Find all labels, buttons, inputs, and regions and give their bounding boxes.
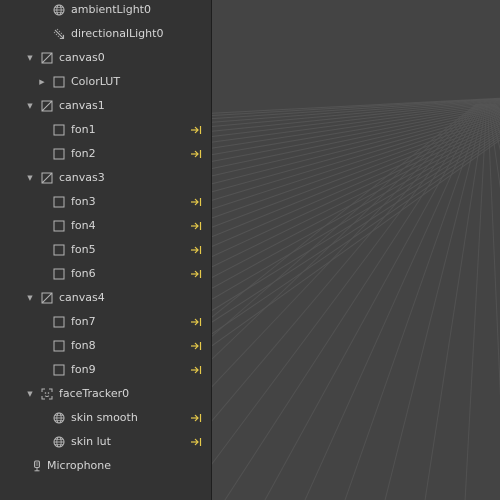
- microphone-icon: [31, 460, 43, 472]
- expand-arrow-icon[interactable]: ▼: [26, 390, 34, 398]
- patch-link-icon[interactable]: [190, 196, 202, 208]
- scene-tree-item-label: fon1: [71, 123, 96, 136]
- scene-tree-item[interactable]: ▼ canvas3: [0, 166, 211, 190]
- scene-tree-item[interactable]: fon2: [0, 142, 211, 166]
- scene-tree-item-label: directionalLight0: [71, 27, 164, 40]
- patch-link-icon[interactable]: [190, 436, 202, 448]
- patch-link-icon[interactable]: [190, 268, 202, 280]
- collapse-arrow-icon[interactable]: ▶: [38, 78, 46, 86]
- scene-tree-item[interactable]: fon3: [0, 190, 211, 214]
- face-tracker-icon: [41, 388, 53, 400]
- shader-sphere-icon: [53, 436, 65, 448]
- scene-tree-item[interactable]: ▼ canvas4: [0, 286, 211, 310]
- viewport-3d[interactable]: [212, 0, 500, 500]
- grid-line: [212, 121, 500, 247]
- grid-line: [212, 103, 478, 337]
- scene-tree-item-label: ColorLUT: [71, 75, 121, 88]
- rectangle-icon: [53, 340, 65, 352]
- grid-line: [212, 123, 500, 257]
- scene-tree-item-label: canvas1: [59, 99, 105, 112]
- rectangle-icon: [53, 316, 65, 328]
- scene-tree-item-label: fon6: [71, 267, 96, 280]
- scene-tree-item[interactable]: fon6: [0, 262, 211, 286]
- expand-arrow-icon[interactable]: ▼: [26, 102, 34, 110]
- scene-tree-item[interactable]: ambientLight0: [0, 0, 211, 22]
- scene-tree-item[interactable]: directionalLight0: [0, 22, 211, 46]
- scene-tree-item[interactable]: ▼ canvas1: [0, 94, 211, 118]
- expand-arrow-icon[interactable]: ▼: [26, 174, 34, 182]
- scene-tree-item[interactable]: ▼ canvas0: [0, 46, 211, 70]
- patch-link-icon[interactable]: [190, 316, 202, 328]
- rectangle-icon: [53, 196, 65, 208]
- scene-tree-item-label: fon8: [71, 339, 96, 352]
- grid-line: [489, 103, 500, 135]
- grid-line: [490, 103, 500, 127]
- canvas-icon: [41, 172, 53, 184]
- scene-tree-item-label: skin lut: [71, 435, 111, 448]
- canvas-icon: [41, 100, 53, 112]
- scene-tree-item-label: fon7: [71, 315, 96, 328]
- scene-tree-item-label: canvas0: [59, 51, 105, 64]
- scene-tree-item[interactable]: ▼ faceTracker0: [0, 382, 211, 406]
- rectangle-icon: [53, 244, 65, 256]
- scene-tree-item-label: canvas3: [59, 171, 105, 184]
- rectangle-icon: [53, 124, 65, 136]
- scene-tree-item[interactable]: skin smooth: [0, 406, 211, 430]
- canvas-icon: [41, 52, 53, 64]
- scene-panel: ambientLight0 directionalLight0 ▼ canvas0…: [0, 0, 211, 500]
- scene-tree-item[interactable]: ▶ ColorLUT: [0, 70, 211, 94]
- patch-link-icon[interactable]: [190, 244, 202, 256]
- shader-sphere-icon: [53, 412, 65, 424]
- directional-light-icon: [53, 28, 65, 40]
- scene-tree-item-label: skin smooth: [71, 411, 138, 424]
- scene-tree-item-label: fon2: [71, 147, 96, 160]
- rectangle-icon: [53, 364, 65, 376]
- patch-link-icon[interactable]: [190, 148, 202, 160]
- rectangle-icon: [53, 76, 65, 88]
- scene-tree-item[interactable]: Microphone: [0, 454, 211, 478]
- grid-line: [212, 133, 500, 311]
- scene-tree-item-label: fon9: [71, 363, 96, 376]
- floor-grid: [212, 97, 500, 500]
- scene-tree-item[interactable]: fon4: [0, 214, 211, 238]
- expand-arrow-icon[interactable]: ▼: [26, 294, 34, 302]
- rectangle-icon: [53, 148, 65, 160]
- scene-tree-item-label: fon4: [71, 219, 96, 232]
- scene-tree-item[interactable]: fon5: [0, 238, 211, 262]
- scene-tree-item-label: Microphone: [47, 459, 112, 472]
- scene-tree-item-label: ambientLight0: [71, 3, 151, 16]
- patch-link-icon[interactable]: [190, 364, 202, 376]
- rectangle-icon: [53, 220, 65, 232]
- globe-icon: [53, 4, 65, 16]
- scene-tree-item-label: fon3: [71, 195, 96, 208]
- patch-link-icon[interactable]: [190, 412, 202, 424]
- grid-line: [486, 103, 500, 397]
- patch-link-icon[interactable]: [190, 124, 202, 136]
- scene-tree-item-label: faceTracker0: [59, 387, 130, 400]
- scene-tree-item-label: fon5: [71, 243, 96, 256]
- scene-tree-item[interactable]: fon1: [0, 118, 211, 142]
- scene-tree-item-label: canvas4: [59, 291, 105, 304]
- patch-link-icon[interactable]: [190, 340, 202, 352]
- grid-line: [494, 103, 500, 111]
- rectangle-icon: [53, 268, 65, 280]
- canvas-icon: [41, 292, 53, 304]
- grid-line: [212, 139, 500, 347]
- grid-line: [212, 103, 482, 465]
- expand-arrow-icon[interactable]: ▼: [26, 54, 34, 62]
- scene-tree-item[interactable]: skin lut: [0, 430, 211, 454]
- grid-line: [488, 103, 500, 151]
- scene-tree-item[interactable]: fon9: [0, 358, 211, 382]
- patch-link-icon[interactable]: [190, 220, 202, 232]
- scene-tree-item[interactable]: fon8: [0, 334, 211, 358]
- grid-line: [224, 103, 483, 500]
- scene-tree-item[interactable]: fon7: [0, 310, 211, 334]
